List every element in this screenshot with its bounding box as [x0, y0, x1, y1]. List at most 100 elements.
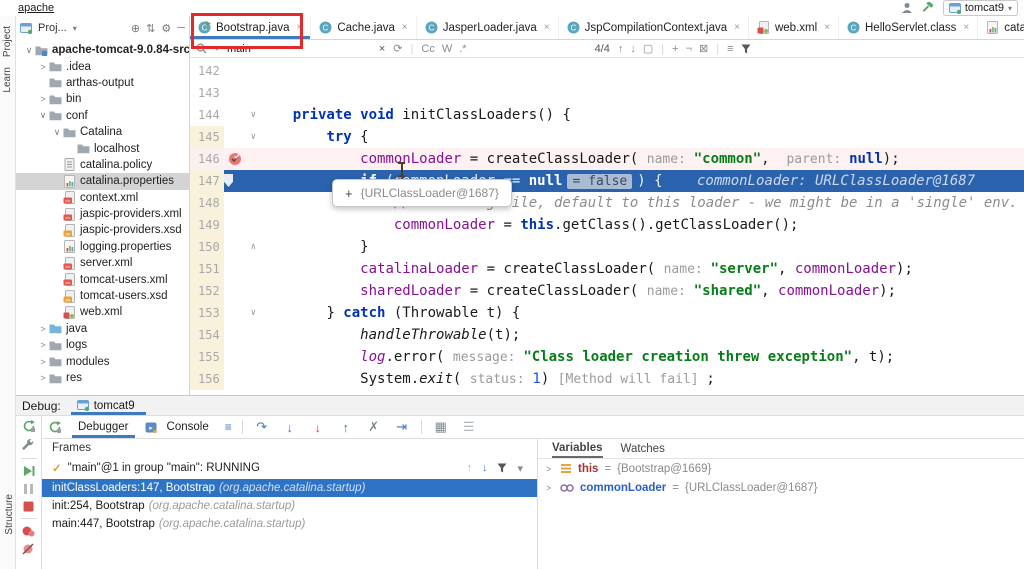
tab-cache-java[interactable]: CCache.java× — [311, 16, 416, 39]
gutter-marker-area[interactable] — [224, 368, 259, 390]
line-number[interactable]: 148 — [190, 192, 224, 214]
line-number[interactable]: 155 — [190, 346, 224, 368]
expand-collapse-icon[interactable]: ⇅ — [146, 22, 155, 35]
chevron-right-icon[interactable]: > — [38, 340, 48, 350]
tree-item-catalina.policy[interactable]: catalina.policy — [16, 157, 189, 173]
tab-jasperloader-java[interactable]: CJasperLoader.java× — [417, 16, 559, 39]
select-all-occurrences-icon[interactable]: ▢ — [643, 42, 653, 55]
search-prev-icon[interactable]: ↑ — [618, 43, 624, 55]
toggle-occurrence-icon[interactable]: ⊠ — [699, 42, 708, 55]
code-line-150[interactable]: 150∧ } — [190, 236, 1024, 258]
locate-file-icon[interactable]: ⊕ — [131, 22, 140, 35]
gutter-marker-area[interactable] — [224, 82, 259, 104]
gutter-marker-area[interactable] — [224, 280, 259, 302]
run-to-cursor-icon[interactable]: ⇥ — [393, 419, 411, 435]
tab-jspcompilationcontext-java[interactable]: CJspCompilationContext.java× — [559, 16, 749, 39]
tree-item-jaspic-providers.xsd[interactable]: xsjaspic-providers.xsd — [16, 222, 189, 238]
search-toggle-regexregex[interactable]: .* — [459, 43, 466, 55]
line-number[interactable]: 149 — [190, 214, 224, 236]
tree-item-tomcat-users.xml[interactable]: <>tomcat-users.xml — [16, 271, 189, 287]
code-line-155[interactable]: 155 log.error( message: "Class loader cr… — [190, 346, 1024, 368]
tree-item-logs[interactable]: >logs — [16, 337, 189, 353]
tree-item-localhost[interactable]: localhost — [16, 140, 189, 156]
code-line-148[interactable]: 148 // no config file, default to this l… — [190, 192, 1024, 214]
settings-gear-icon[interactable]: ⚙ — [161, 22, 171, 35]
chevron-right-icon[interactable]: > — [546, 464, 554, 474]
line-number[interactable]: 151 — [190, 258, 224, 280]
code-line-154[interactable]: 154 handleThrowable(t); — [190, 324, 1024, 346]
gutter-marker-area[interactable] — [224, 192, 259, 214]
step-over-icon[interactable]: ↷ — [253, 419, 271, 435]
user-icon[interactable] — [901, 2, 914, 14]
layout-icon[interactable]: ≡ — [225, 420, 232, 434]
code-line-153[interactable]: 153∨ } catch (Throwable t) { — [190, 302, 1024, 324]
fold-collapse-icon[interactable]: ∨ — [251, 104, 256, 126]
code-line-147[interactable]: 147 if (commonLoader == null= false) { c… — [190, 170, 1024, 192]
line-number[interactable]: 152 — [190, 280, 224, 302]
tree-item-arthas-output[interactable]: arthas-output — [16, 75, 189, 91]
fold-collapse-icon[interactable]: ∨ — [251, 126, 256, 148]
line-number[interactable]: 144 — [190, 104, 224, 126]
view-breakpoints-icon[interactable] — [22, 525, 35, 537]
chevron-right-icon[interactable]: > — [546, 483, 554, 493]
gutter-marker-area[interactable] — [224, 258, 259, 280]
project-view-title[interactable]: Proj... — [38, 22, 67, 34]
tree-item-.idea[interactable]: >.idea — [16, 58, 189, 74]
step-out-icon[interactable]: ↑ — [337, 420, 355, 435]
debug-tab-debugger[interactable]: Debugger — [72, 416, 135, 438]
tree-item-tomcat-users.xsd[interactable]: xstomcat-users.xsd — [16, 288, 189, 304]
tree-item-jaspic-providers.xml[interactable]: <>jaspic-providers.xml — [16, 206, 189, 222]
frame-row[interactable]: main:447, Bootstrap(org.apache.catalina.… — [42, 515, 537, 533]
debug-session-tab[interactable]: tomcat9 — [71, 396, 146, 415]
step-into-icon[interactable]: ↓ — [281, 420, 299, 435]
stop-icon[interactable] — [23, 501, 34, 512]
line-number[interactable]: 154 — [190, 324, 224, 346]
resume-icon[interactable] — [23, 465, 35, 477]
tree-item-server.xml[interactable]: <>server.xml — [16, 255, 189, 271]
tree-item-bin[interactable]: >bin — [16, 91, 189, 107]
gutter-marker-area[interactable] — [224, 170, 259, 192]
close-icon[interactable]: × — [963, 22, 969, 33]
chevron-down-icon[interactable]: ∨ — [24, 45, 34, 56]
tree-item-java[interactable]: >java — [16, 321, 189, 337]
gutter-marker-area[interactable] — [224, 60, 259, 82]
code-line-152[interactable]: 152 sharedLoader = createClassLoader( na… — [190, 280, 1024, 302]
code-line-142[interactable]: 142 — [190, 60, 1024, 82]
view-options-icon[interactable]: ☰ — [460, 419, 478, 435]
search-filter-icon[interactable] — [741, 44, 751, 54]
tab-catalina-properties[interactable]: catalina.properties× — [978, 16, 1024, 39]
search-refresh-icon[interactable]: ⟳ — [393, 42, 402, 55]
line-number[interactable]: 150 — [190, 236, 224, 258]
variables-tab-variables[interactable]: Variables — [552, 439, 603, 458]
thread-filter-icon[interactable] — [497, 463, 507, 473]
tab-web-xml[interactable]: web.xml× — [749, 16, 839, 39]
tree-item-apache-tomcat-9.0.84-src--to[interactable]: ∨apache-tomcat-9.0.84-src [To — [16, 42, 189, 58]
chevron-right-icon[interactable]: > — [38, 357, 48, 367]
chevron-down-icon[interactable]: ∨ — [52, 127, 62, 138]
code-editor[interactable]: 142143144∨ private void initClassLoaders… — [190, 60, 1024, 395]
edit-configuration-icon[interactable] — [22, 439, 35, 452]
mute-breakpoints-icon[interactable] — [22, 543, 35, 555]
breadcrumb-item[interactable]: apache — [18, 2, 150, 14]
search-toggle-cc[interactable]: Cc — [421, 43, 434, 55]
tree-item-modules[interactable]: >modules — [16, 353, 189, 369]
fold-expand-icon[interactable]: ∧ — [251, 236, 256, 258]
tree-item-catalina[interactable]: ∨Catalina — [16, 124, 189, 140]
search-clear-icon[interactable]: × — [379, 43, 385, 55]
code-line-146[interactable]: 146 commonLoader = createClassLoader( na… — [190, 148, 1024, 170]
tree-item-res[interactable]: >res — [16, 370, 189, 386]
gutter-marker-area[interactable]: ∨ — [224, 302, 259, 324]
variable-row[interactable]: >commonLoader={URLClassLoader@1687} — [538, 478, 1024, 497]
chevron-right-icon[interactable]: > — [38, 94, 48, 104]
close-icon[interactable]: × — [544, 22, 550, 33]
line-number[interactable]: 145 — [190, 126, 224, 148]
variable-row[interactable]: >this={Bootstrap@1669} — [538, 459, 1024, 478]
variables-tab-watches[interactable]: Watches — [621, 443, 665, 455]
evaluate-expression-icon[interactable]: ▦ — [432, 419, 450, 435]
gutter-marker-area[interactable]: ∨ — [224, 104, 259, 126]
breakpoint-icon[interactable] — [228, 152, 242, 166]
close-icon[interactable]: × — [734, 22, 740, 33]
search-next-icon[interactable]: ↓ — [630, 43, 636, 55]
tree-item-catalina.properties[interactable]: catalina.properties — [16, 173, 189, 189]
chevron-right-icon[interactable]: > — [38, 324, 48, 334]
